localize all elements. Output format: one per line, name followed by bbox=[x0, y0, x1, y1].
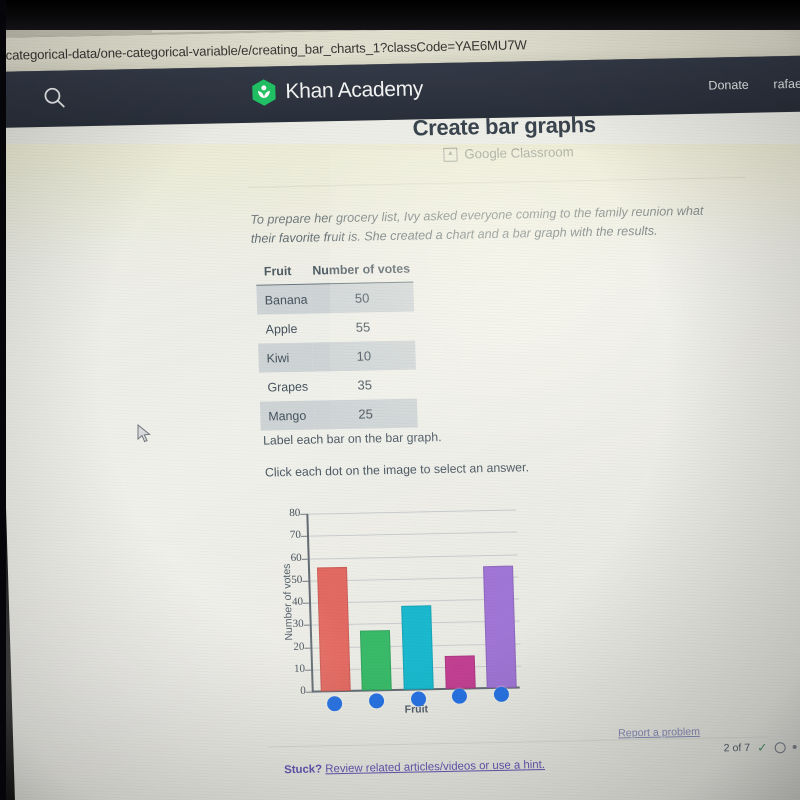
y-tick-30: 30 bbox=[292, 618, 304, 631]
check-icon: ✓ bbox=[756, 740, 768, 755]
hint-prompt-prefix: Stuck? bbox=[283, 763, 323, 777]
page-indicator: 2 of 7 bbox=[723, 741, 751, 755]
table-cell-fruit: Apple bbox=[265, 321, 298, 337]
laptop-screen-photo: are her grocery list, Ivy as × B Brainly… bbox=[0, 0, 800, 800]
bar-1 bbox=[316, 566, 351, 692]
table-cell-votes: 25 bbox=[313, 398, 418, 430]
bar-4 bbox=[444, 655, 476, 689]
table-cell-fruit: Banana bbox=[256, 284, 311, 315]
page-title: Create bar graphs bbox=[412, 111, 597, 141]
y-tick-10: 10 bbox=[293, 662, 306, 675]
table-cell-fruit: Mango bbox=[259, 400, 315, 431]
x-axis-label: Fruit bbox=[404, 703, 429, 716]
khan-academy-brand-text: Khan Academy bbox=[285, 77, 424, 104]
y-axis-tick-labels: 80 70 60 50 40 30 20 10 0 bbox=[274, 506, 306, 697]
table-row: Apple 55 bbox=[257, 312, 415, 344]
close-icon[interactable]: × bbox=[117, 9, 125, 24]
chart-plot-area bbox=[308, 510, 521, 692]
close-icon[interactable]: × bbox=[335, 4, 343, 19]
google-classroom-label: Google Classroom bbox=[464, 144, 574, 162]
table-row: Grapes 35 bbox=[259, 370, 417, 402]
y-tick-20: 20 bbox=[293, 640, 305, 653]
exercise-progress: 2 of 7 ✓ bbox=[723, 740, 800, 756]
y-tick-50: 50 bbox=[291, 573, 303, 586]
y-tick-0: 0 bbox=[300, 684, 306, 697]
bar-3 bbox=[401, 604, 434, 690]
table-cell-votes: 10 bbox=[311, 340, 416, 372]
browser-tab-1[interactable]: are her grocery list, Ivy as × bbox=[0, 0, 150, 37]
browser-tab-2-title: Brainly.com - For students. By st bbox=[180, 6, 330, 22]
khan-academy-logo[interactable]: Khan Academy bbox=[251, 75, 424, 106]
donate-link[interactable]: Donate bbox=[708, 78, 749, 93]
table-header-fruit: Fruit bbox=[263, 263, 292, 279]
khan-academy-leaf-icon bbox=[251, 78, 277, 106]
new-tab-button[interactable]: + bbox=[374, 5, 385, 24]
url-text: g-categorical-data/one-categorical-varia… bbox=[0, 36, 527, 63]
mouse-pointer-icon bbox=[137, 423, 153, 444]
table-row: Kiwi 10 bbox=[258, 340, 416, 373]
search-icon[interactable] bbox=[41, 84, 68, 111]
table-cell-fruit: Grapes bbox=[267, 379, 309, 394]
bar-chart[interactable]: Number of votes 80 70 60 50 40 30 20 10 0 Fruit bbox=[264, 503, 536, 728]
bar-2 bbox=[360, 630, 393, 691]
browser-window: are her grocery list, Ivy as × B Brainly… bbox=[0, 0, 800, 800]
dot-icon bbox=[792, 744, 797, 750]
table-cell-fruit: Kiwi bbox=[258, 342, 313, 373]
brainly-favicon-icon: B bbox=[160, 8, 175, 23]
browser-tab-1-title: are her grocery list, Ivy as bbox=[0, 10, 111, 25]
table-row: Mango 25 bbox=[259, 398, 418, 431]
votes-table: Fruit Number of votes Banana 50 Apple 55… bbox=[256, 262, 418, 431]
table-row: Banana 50 bbox=[256, 282, 415, 315]
table-cell-votes: 35 bbox=[357, 377, 373, 393]
answer-dot-5[interactable] bbox=[493, 686, 509, 702]
bar-5 bbox=[483, 565, 517, 689]
y-tick-40: 40 bbox=[291, 595, 304, 609]
user-menu[interactable]: rafae bbox=[773, 77, 800, 92]
browser-tab-2[interactable]: B Brainly.com - For students. By st × bbox=[150, 0, 372, 33]
y-tick-80: 80 bbox=[289, 506, 301, 520]
y-tick-70: 70 bbox=[289, 529, 302, 542]
table-cell-votes: 50 bbox=[309, 282, 415, 314]
bar-chart-inner: Number of votes 80 70 60 50 40 30 20 10 0 Fruit bbox=[264, 503, 536, 728]
circle-icon bbox=[774, 741, 786, 753]
table-cell-votes: 55 bbox=[355, 319, 371, 335]
y-tick-60: 60 bbox=[290, 551, 302, 564]
share-to-classroom-icon bbox=[443, 147, 458, 162]
google-classroom-share[interactable]: Google Classroom bbox=[443, 144, 574, 162]
report-a-problem-link[interactable]: Report a problem bbox=[618, 726, 700, 740]
